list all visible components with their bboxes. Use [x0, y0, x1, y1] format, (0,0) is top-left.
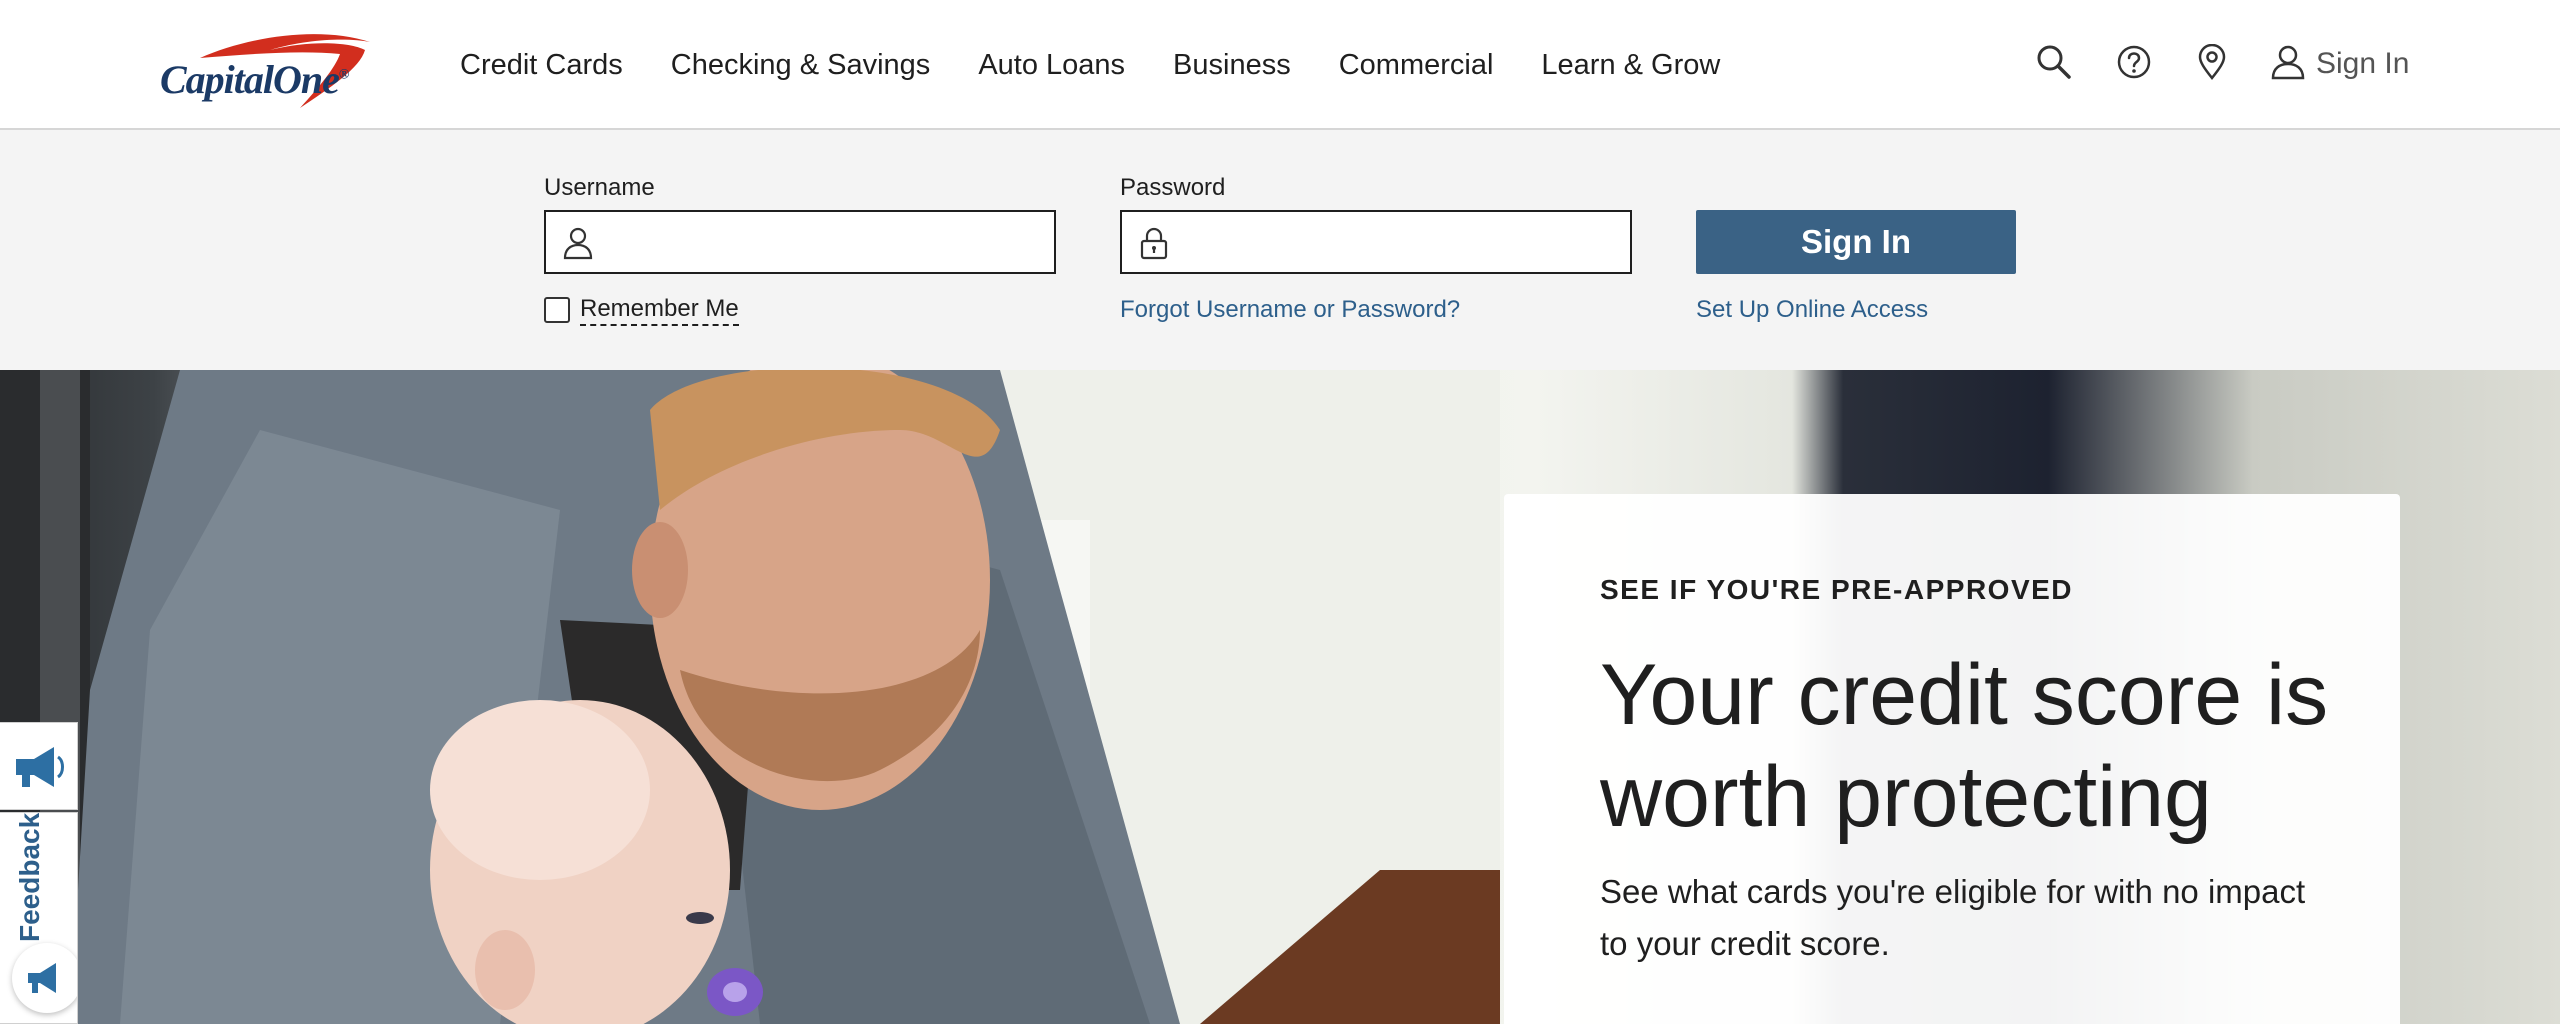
logo-registered: ® [338, 67, 350, 83]
hero-headline: Your credit score is worth protecting [1600, 647, 2329, 845]
main-nav: Credit Cards Checking & Savings Auto Loa… [460, 0, 1744, 130]
hero-card: SEE IF YOU'RE PRE-APPROVED Your credit s… [1504, 494, 2400, 1024]
capital-one-logo[interactable]: CapitalOne® [160, 28, 385, 108]
remember-me-checkbox[interactable] [544, 297, 570, 323]
nav-auto-loans[interactable]: Auto Loans [954, 0, 1149, 130]
sign-in-button[interactable]: Sign In [1696, 210, 2016, 274]
feedback-megaphone-tab[interactable] [0, 722, 78, 810]
nav-checking-savings[interactable]: Checking & Savings [647, 0, 955, 130]
hero-banner: SEE IF YOU'RE PRE-APPROVED Your credit s… [0, 370, 2560, 1024]
hero-subtext: See what cards you're eligible for with … [1600, 873, 2306, 962]
nav-learn-grow[interactable]: Learn & Grow [1517, 0, 1744, 130]
user-icon [563, 227, 593, 260]
logo-wordmark: CapitalOne® [160, 56, 350, 103]
remember-me-label[interactable]: Remember Me [580, 294, 739, 326]
user-icon[interactable] [2270, 44, 2306, 80]
hero-eyebrow: SEE IF YOU'RE PRE-APPROVED [1600, 574, 2074, 605]
logo-text-one: One [273, 57, 340, 102]
site-header: CapitalOne® Credit Cards Checking & Savi… [0, 0, 2560, 130]
search-icon[interactable] [2036, 44, 2072, 80]
header-sign-in-link[interactable]: Sign In [2316, 44, 2409, 84]
megaphone-icon [16, 747, 64, 787]
forgot-credentials-link[interactable]: Forgot Username or Password? [1120, 296, 1460, 324]
username-label: Username [544, 174, 655, 201]
megaphone-icon [28, 963, 56, 993]
username-input[interactable] [610, 220, 1040, 264]
feedback-tab[interactable]: Feedback [0, 812, 78, 1024]
password-input[interactable] [1186, 220, 1616, 264]
location-pin-icon[interactable] [2194, 44, 2230, 80]
nav-credit-cards[interactable]: Credit Cards [460, 0, 647, 130]
password-label: Password [1120, 174, 1226, 201]
nav-commercial[interactable]: Commercial [1315, 0, 1518, 130]
feedback-tab-label: Feedback [14, 813, 45, 943]
setup-online-access-link[interactable]: Set Up Online Access [1696, 296, 1928, 324]
password-field[interactable] [1120, 210, 1632, 274]
feedback-button[interactable] [12, 943, 77, 1013]
logo-text-capital: Capital [160, 57, 274, 102]
nav-business[interactable]: Business [1149, 0, 1315, 130]
lock-icon [1140, 227, 1168, 260]
help-icon[interactable] [2116, 44, 2152, 80]
username-field[interactable] [544, 210, 1056, 274]
hero-photo-father-baby [0, 370, 1500, 1024]
remember-me: Remember Me [544, 294, 739, 326]
